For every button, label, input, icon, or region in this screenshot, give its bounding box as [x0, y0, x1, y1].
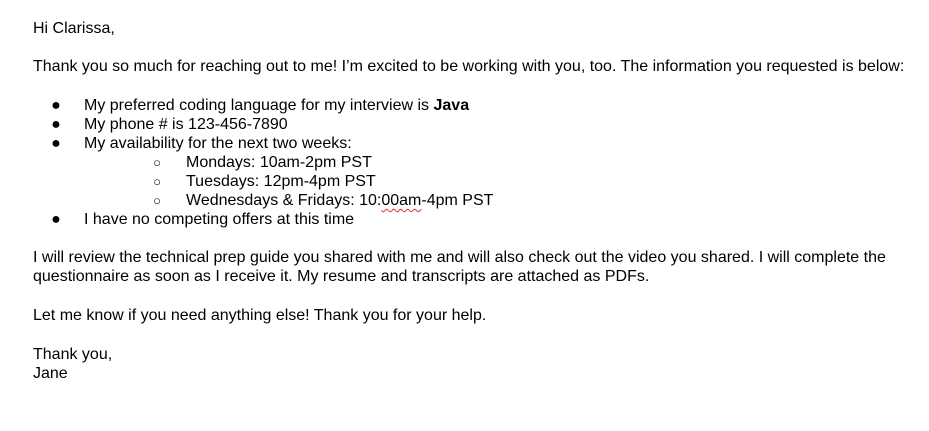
hollow-bullet-icon: ○ [153, 174, 161, 189]
body-paragraph: I will review the technical prep guide y… [33, 249, 886, 285]
list-item-mondays: ○ Mondays: 10am-2pm PST [84, 153, 913, 172]
bullet-icon: ● [51, 135, 61, 152]
availability-text: My availability for the next two weeks: [84, 135, 352, 152]
spellcheck-flagged-word[interactable]: 00am [381, 192, 421, 209]
tuesdays-text: Tuesdays: 12pm-4pm PST [186, 173, 376, 190]
wed-fri-text-suffix: -4pm PST [421, 192, 494, 209]
greeting: Hi Clarissa, [33, 20, 115, 37]
bullet-icon: ● [51, 116, 61, 133]
intro-paragraph: Thank you so much for reaching out to me… [33, 58, 905, 75]
list-item-phone: ● My phone # is 123-456-7890 [33, 115, 913, 134]
list-item-offers: ● I have no competing offers at this tim… [33, 210, 913, 229]
availability-sublist: ○ Mondays: 10am-2pm PST ○ Tuesdays: 12pm… [84, 153, 913, 210]
phone-text: My phone # is 123-456-7890 [84, 116, 288, 133]
mondays-text: Mondays: 10am-2pm PST [186, 154, 372, 171]
hollow-bullet-icon: ○ [153, 155, 161, 170]
email-document: Hi Clarissa, Thank you so much for reach… [33, 19, 913, 383]
list-item-coding-language: ● My preferred coding language for my in… [33, 96, 913, 115]
info-list: ● My preferred coding language for my in… [33, 96, 913, 229]
coding-language-label: My preferred coding language for my inte… [84, 97, 434, 114]
wed-fri-text-prefix: Wednesdays & Fridays: 10: [186, 192, 382, 209]
hollow-bullet-icon: ○ [153, 193, 161, 208]
bullet-icon: ● [51, 97, 61, 114]
closing-note: Let me know if you need anything else! T… [33, 307, 487, 324]
signoff: Thank you, [33, 346, 113, 363]
offers-text: I have no competing offers at this time [84, 211, 355, 228]
coding-language-value: Java [433, 97, 470, 114]
list-item-tuesdays: ○ Tuesdays: 12pm-4pm PST [84, 172, 913, 191]
list-item-wednesdays-fridays: ○ Wednesdays & Fridays: 10:00am-4pm PST [84, 191, 913, 210]
bullet-icon: ● [51, 211, 61, 228]
signature: Jane [33, 365, 68, 382]
list-item-availability: ● My availability for the next two weeks… [33, 134, 913, 210]
